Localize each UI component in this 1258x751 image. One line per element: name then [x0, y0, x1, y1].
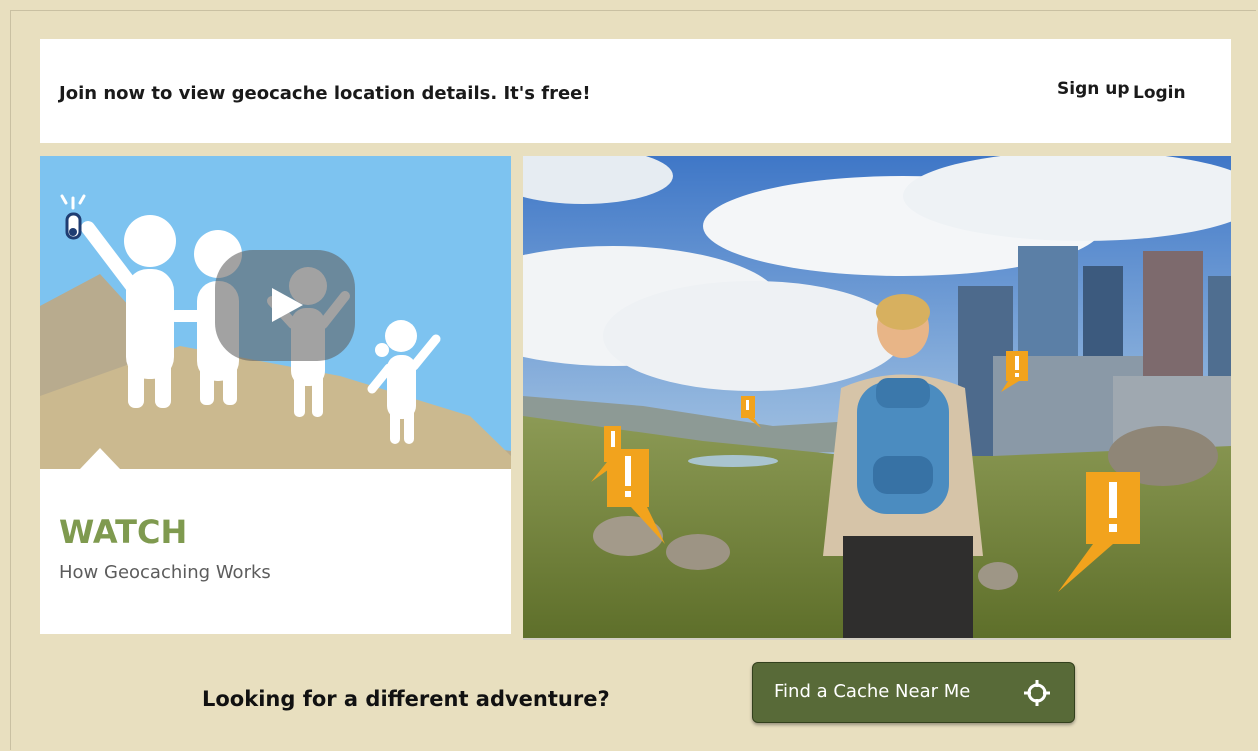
find-cache-button[interactable]: Find a Cache Near Me [752, 662, 1075, 723]
find-cache-label: Find a Cache Near Me [774, 681, 971, 702]
hero-image [523, 156, 1231, 640]
play-button[interactable] [215, 250, 355, 361]
adventure-prompt: Looking for a different adventure? [202, 687, 610, 711]
signup-link[interactable]: Sign up [1057, 79, 1130, 99]
join-banner: Join now to view geocache location detai… [40, 39, 1231, 143]
watch-subtitle: How Geocaching Works [59, 562, 271, 583]
hiker-city-photo [523, 156, 1231, 638]
watch-video-card[interactable]: WATCH How Geocaching Works [40, 156, 511, 634]
video-thumbnail[interactable] [40, 156, 511, 469]
join-message: Join now to view geocache location detai… [59, 83, 591, 104]
login-link[interactable]: Login [1133, 83, 1186, 103]
crosshair-icon [1024, 680, 1050, 710]
watch-title: WATCH [59, 513, 188, 551]
play-icon [272, 288, 303, 322]
